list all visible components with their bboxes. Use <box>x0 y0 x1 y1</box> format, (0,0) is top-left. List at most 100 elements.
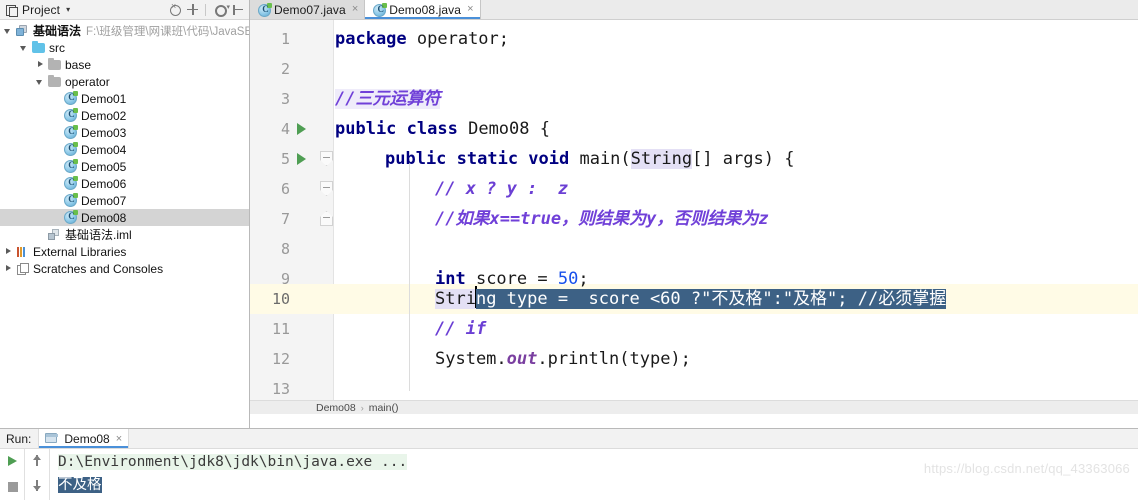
toolbar-divider <box>205 3 206 16</box>
fold-marker[interactable] <box>320 144 333 174</box>
settings-gear-icon[interactable] <box>212 2 230 18</box>
tree-item-label: Demo07 <box>81 193 127 208</box>
tab-label: Demo08.java <box>389 2 462 17</box>
run-class-gutter-icon[interactable] <box>295 114 309 144</box>
chevron-right-icon[interactable] <box>35 59 46 70</box>
console-program-output: 不及格 <box>58 477 102 493</box>
close-icon[interactable]: × <box>467 4 473 15</box>
line-number: 5 <box>280 150 290 168</box>
chevron-down-icon[interactable] <box>3 25 14 36</box>
line-number: 3 <box>280 90 290 108</box>
stop-button[interactable] <box>0 474 25 499</box>
breadcrumb-class[interactable]: Demo08 <box>316 402 356 414</box>
tree-item-demo04[interactable]: Demo04 <box>0 141 249 158</box>
println-call: .println(type); <box>537 349 691 369</box>
libraries-icon <box>15 244 30 259</box>
close-icon[interactable]: × <box>116 433 122 445</box>
code-line-1: package operator; <box>334 24 1138 54</box>
java-class-icon <box>257 3 272 17</box>
run-method-gutter-icon[interactable] <box>295 144 309 174</box>
code-line-6: // x ? y : z <box>334 174 1138 204</box>
type-string: String <box>630 149 693 169</box>
tree-item-label: Demo04 <box>81 142 127 157</box>
java-class-icon <box>63 159 78 174</box>
tree-item-label: Demo03 <box>81 125 127 140</box>
breadcrumb-separator: › <box>360 402 364 413</box>
chevron-down-icon[interactable]: ▾ <box>66 5 70 14</box>
line-number: 4 <box>280 120 290 138</box>
code-line-7: //如果x==true，则结果为y，否则结果为z <box>334 204 1138 234</box>
editor-area: Demo07.java × Demo08.java × 1 2 3 4 5 <box>250 0 1138 428</box>
rerun-button[interactable] <box>0 449 25 474</box>
collapse-all-icon[interactable] <box>167 1 183 18</box>
tree-item-path: F:\班级管理\网课班\代码\JavaSE\基础 <box>86 25 249 38</box>
system-ref: System. <box>435 349 507 369</box>
java-class-icon <box>63 108 78 123</box>
tree-item-demo06[interactable]: Demo06 <box>0 175 249 192</box>
watermark-text: https://blog.csdn.net/qq_43363066 <box>923 461 1130 476</box>
hide-panel-icon[interactable] <box>230 2 246 18</box>
tree-item-label: 基础语法 <box>33 24 82 38</box>
tree-item-src[interactable]: src <box>0 39 249 56</box>
line-number: 10 <box>271 290 290 308</box>
tree-item-label: Scratches and Consoles <box>33 261 164 276</box>
module-icon <box>15 23 30 38</box>
fold-marker[interactable] <box>320 174 333 204</box>
tree-item-demo07[interactable]: Demo07 <box>0 192 249 209</box>
scroll-down-button[interactable] <box>25 474 50 499</box>
tree-item-demo08[interactable]: Demo08 <box>0 209 249 226</box>
run-toolbar-left <box>0 449 25 500</box>
breadcrumb-method[interactable]: main() <box>369 402 399 414</box>
ide-window: Project ▾ 基础语法 F:\班级管理\网课班\代码\JavaSE\基础 sr… <box>0 0 1138 500</box>
tree-item-demo02[interactable]: Demo02 <box>0 107 249 124</box>
tree-item-label: src <box>49 40 65 55</box>
tree-item-label: Demo06 <box>81 176 127 191</box>
tree-item-external-libraries[interactable]: External Libraries <box>0 243 249 260</box>
code-line-11: // if <box>334 314 1138 344</box>
type-string-partial: Stri <box>435 289 476 309</box>
line-number: 8 <box>280 240 290 258</box>
scroll-up-button[interactable] <box>25 449 50 474</box>
tree-item-operator[interactable]: operator <box>0 73 249 90</box>
java-class-icon <box>63 193 78 208</box>
close-icon[interactable]: × <box>352 4 358 15</box>
selected-statement: ng type = score <60 ?"不及格":"及格"; //必须掌握 <box>475 289 947 309</box>
project-tree: 基础语法 F:\班级管理\网课班\代码\JavaSE\基础 srcbase opera… <box>0 20 249 277</box>
chevron-right-icon[interactable] <box>3 263 14 274</box>
run-config-icon <box>45 432 59 445</box>
java-class-icon <box>372 3 388 17</box>
tab-demo08[interactable]: Demo08.java × <box>365 0 481 19</box>
tree-item-label: External Libraries <box>33 244 127 259</box>
tree-item-demo05[interactable]: Demo05 <box>0 158 249 175</box>
static-field-out: out <box>506 349 538 369</box>
select-opened-file-icon[interactable] <box>185 2 201 18</box>
tab-demo07[interactable]: Demo07.java × <box>250 0 366 19</box>
tab-label: Demo07.java <box>274 2 346 17</box>
folder-gray-icon <box>47 74 62 89</box>
class-name-demo08: Demo08 { <box>457 119 550 139</box>
chevron-right-icon[interactable] <box>3 246 14 257</box>
tree-item-demo01[interactable]: Demo01 <box>0 90 249 107</box>
tree-item-demo03[interactable]: Demo03 <box>0 124 249 141</box>
line-number: 6 <box>280 180 290 198</box>
tab-bar-filler <box>480 0 1138 19</box>
breadcrumb[interactable]: Demo08 › main() <box>250 400 1138 414</box>
tree-item-基础语法-iml[interactable]: 基础语法.iml <box>0 226 249 243</box>
chevron-down-icon[interactable] <box>19 42 30 53</box>
chevron-down-icon[interactable] <box>35 76 46 87</box>
code-text[interactable]: package operator; //三元运算符 public class D… <box>334 20 1138 414</box>
tree-item-scratches-and-consoles[interactable]: Scratches and Consoles <box>0 260 249 277</box>
tree-item-基础语法[interactable]: 基础语法 F:\班级管理\网课班\代码\JavaSE\基础 <box>0 22 249 39</box>
run-tab-demo08[interactable]: Demo08 × <box>38 429 130 448</box>
tree-item-label: 基础语法.iml <box>65 228 132 242</box>
code-editor[interactable]: 1 2 3 4 5 6 7 8 9 10 11 12 13 14 <box>250 20 1138 414</box>
tree-item-base[interactable]: base <box>0 56 249 73</box>
project-panel-title: Project <box>22 2 61 17</box>
fold-marker[interactable] <box>320 204 333 234</box>
